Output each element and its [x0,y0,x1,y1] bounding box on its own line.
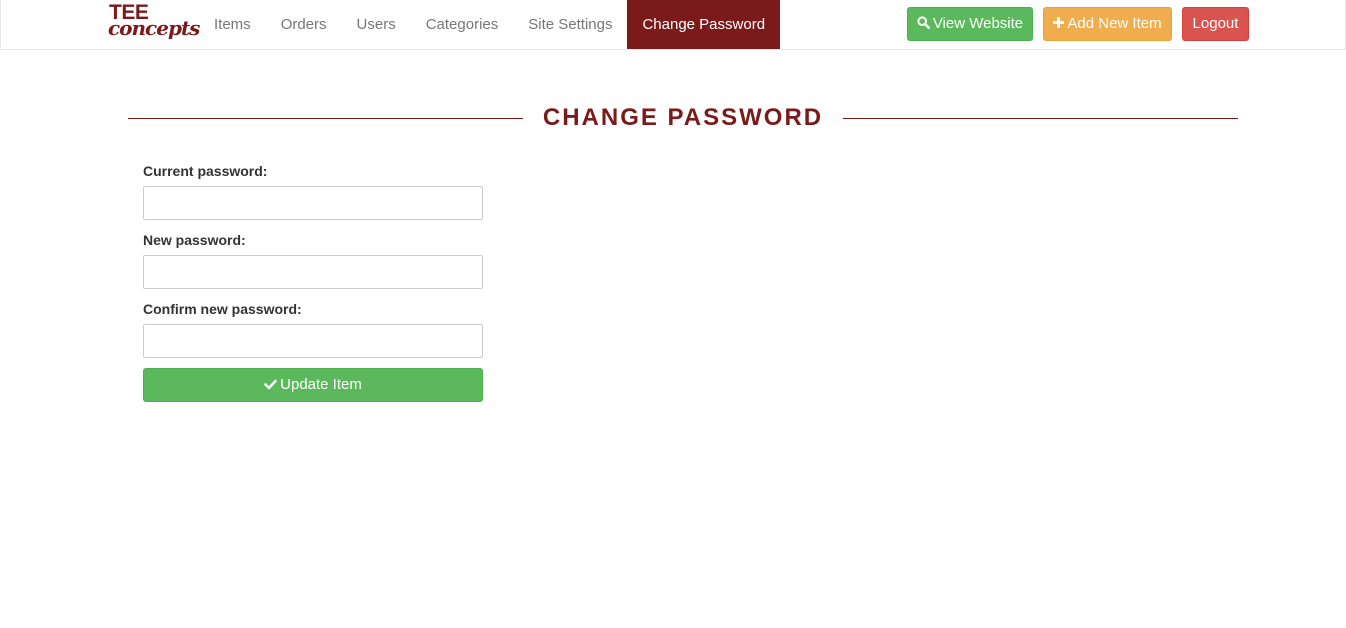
heading-divider-right [843,118,1238,119]
search-icon [917,8,931,40]
nav-menu: Items Orders Users Categories Site Setti… [199,0,781,49]
nav-item-site-settings[interactable]: Site Settings [513,0,627,49]
view-website-button[interactable]: View Website [907,7,1033,41]
brand-logo-line2: concepts [108,16,200,40]
logout-button[interactable]: Logout [1182,7,1249,41]
add-new-item-button[interactable]: Add New Item [1043,7,1172,41]
nav-item-categories[interactable]: Categories [411,0,514,49]
confirm-password-field[interactable] [143,324,483,358]
new-password-field[interactable] [143,255,483,289]
nav-item-items[interactable]: Items [199,0,266,49]
current-password-field[interactable] [143,186,483,220]
plus-icon [1053,8,1065,40]
new-password-label: New password: [143,232,246,248]
add-new-item-label: Add New Item [1067,15,1162,32]
update-item-button[interactable]: Update Item [143,368,483,402]
nav-item-orders[interactable]: Orders [266,0,342,49]
page-title: CHANGE PASSWORD [542,104,824,131]
nav-item-users[interactable]: Users [342,0,411,49]
heading-divider-left [128,118,523,119]
top-navbar: TEE concepts Items Orders Users Categori… [0,0,1346,50]
current-password-label: Current password: [143,163,268,179]
update-item-label: Update Item [280,376,362,393]
confirm-password-label: Confirm new password: [143,301,302,317]
view-website-label: View Website [932,15,1024,32]
brand-logo[interactable]: TEE concepts [108,2,200,46]
check-icon [264,369,277,401]
nav-item-change-password[interactable]: Change Password [627,0,781,49]
